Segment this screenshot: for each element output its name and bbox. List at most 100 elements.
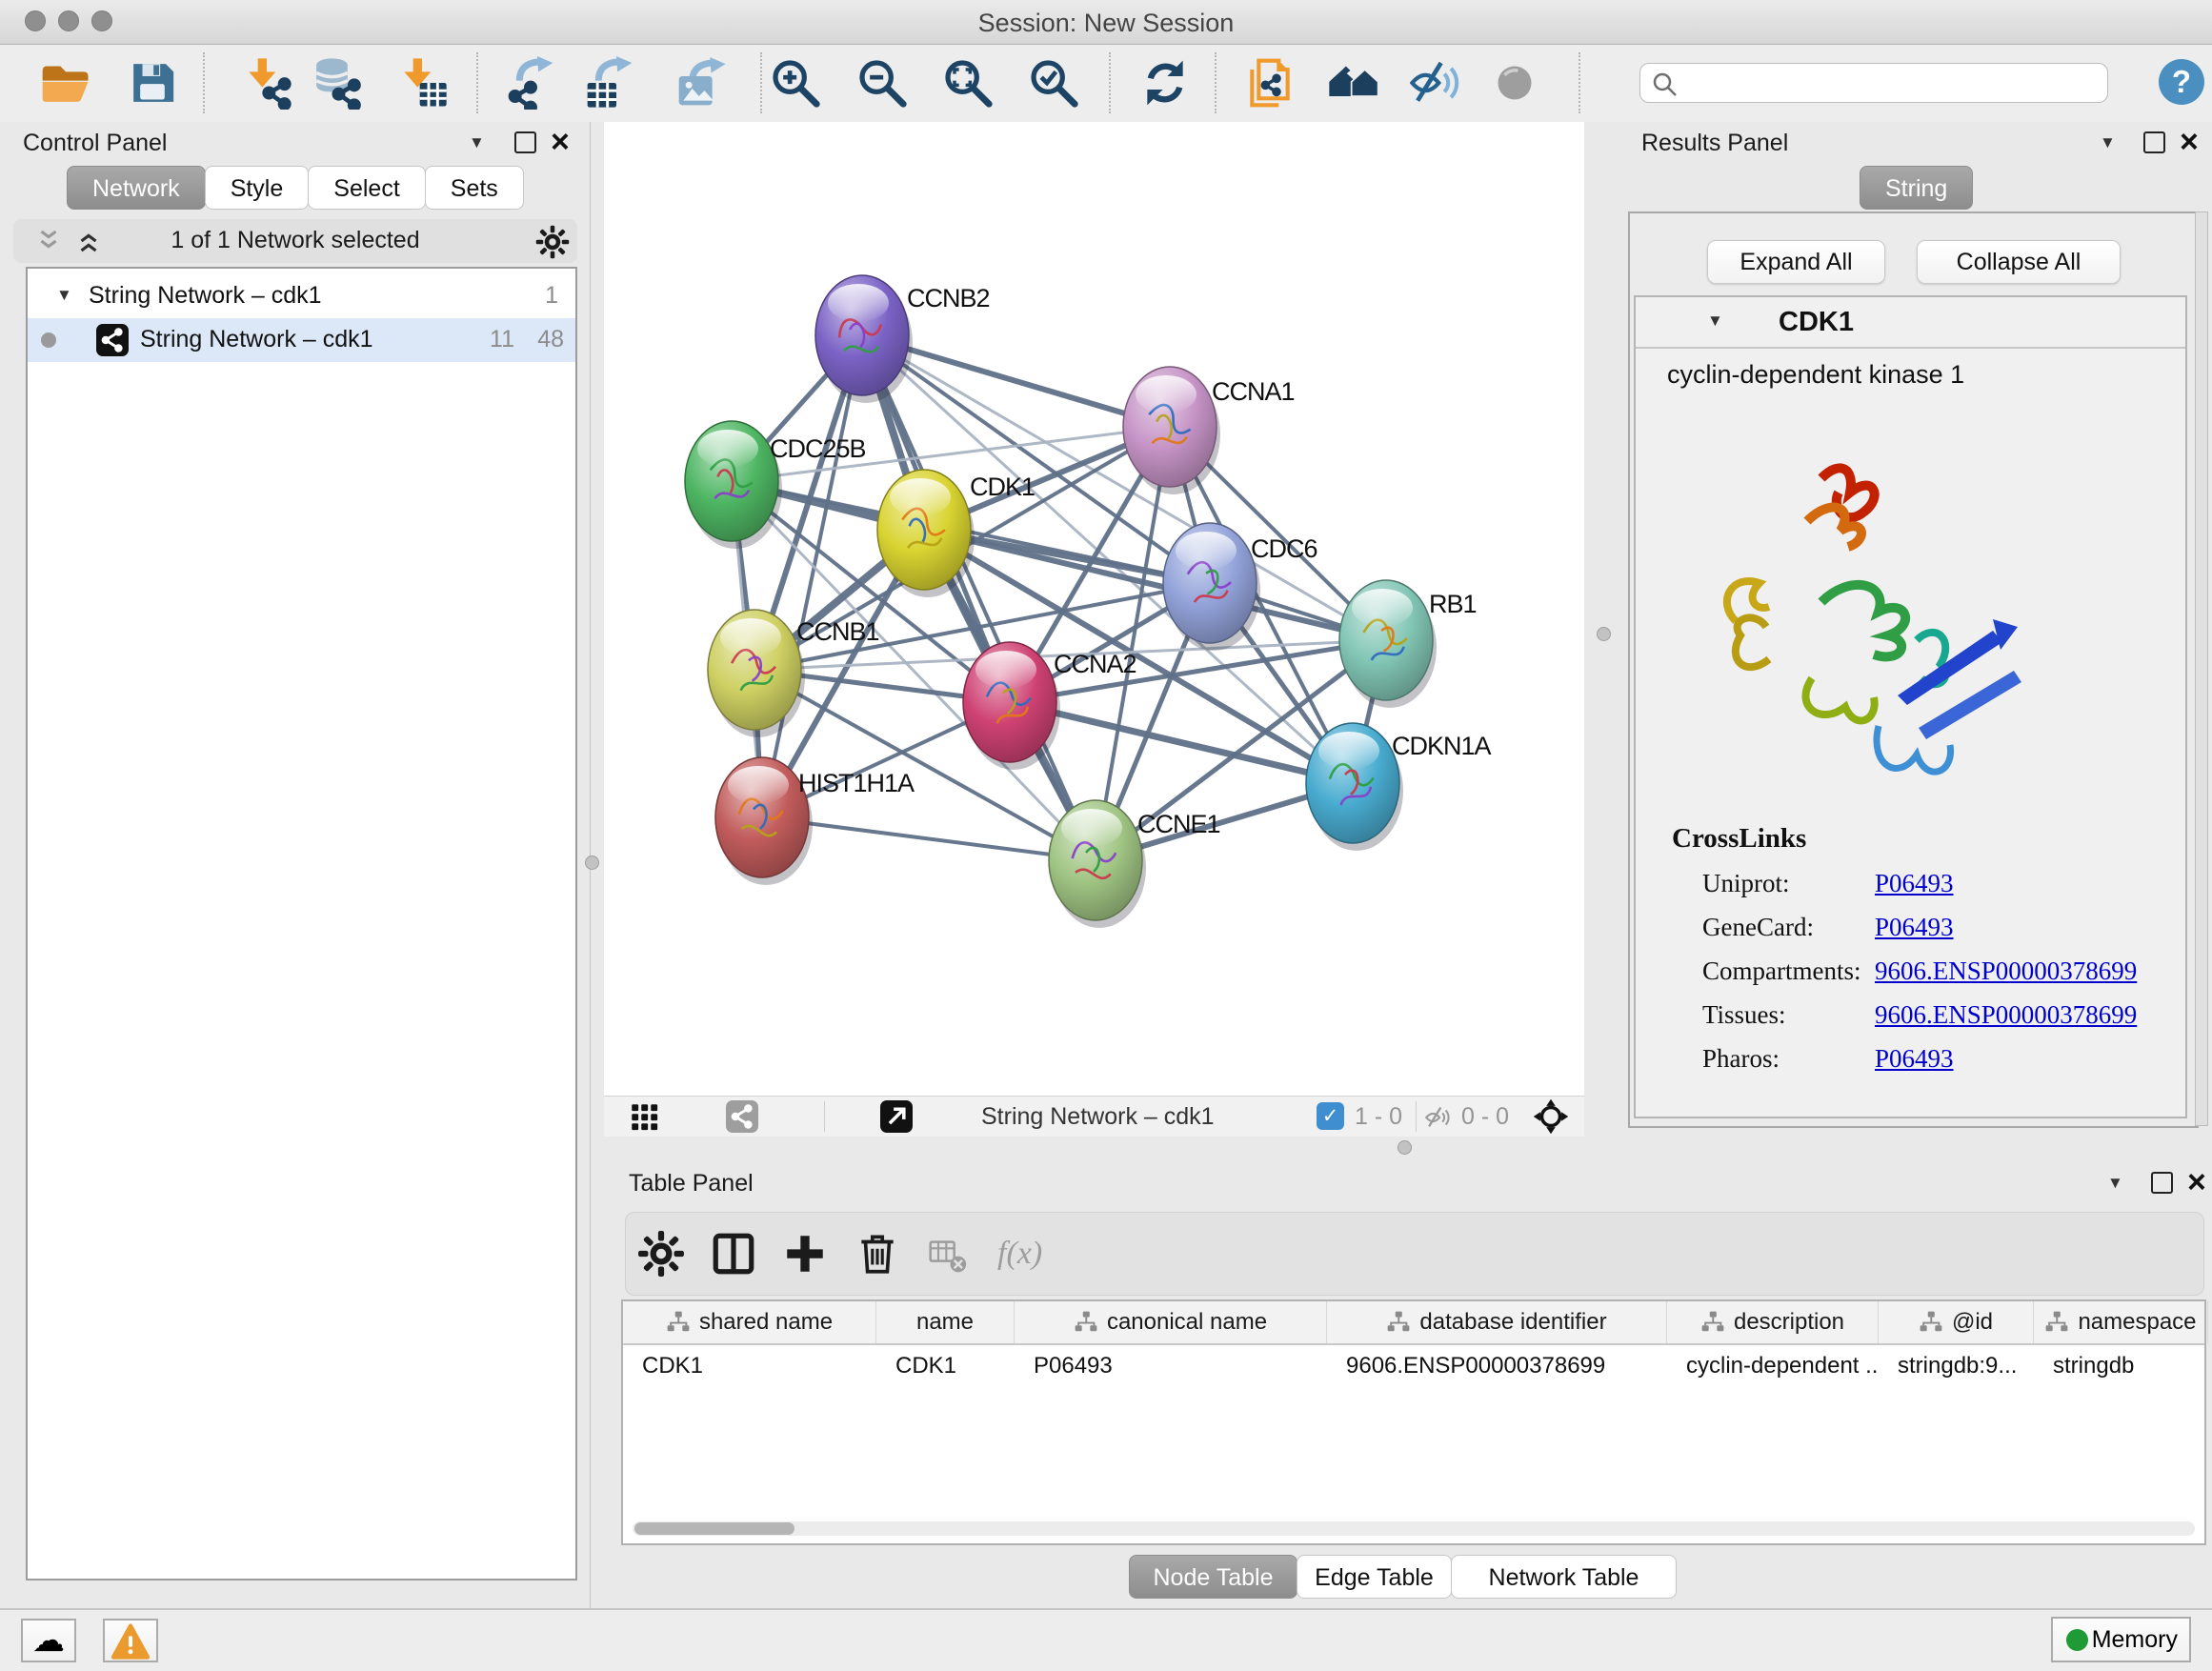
crosslink-link[interactable]: P06493 (1875, 869, 1954, 898)
scrollbar-thumb[interactable] (634, 1522, 794, 1535)
table-panel-menu-caret-icon[interactable]: ▼ (2107, 1174, 2123, 1193)
control-panel-close-icon[interactable]: × (551, 131, 570, 152)
crosslink-link[interactable]: 9606.ENSP00000378699 (1875, 1000, 2137, 1030)
selected-checkbox-icon[interactable]: ✓ (1317, 1102, 1344, 1130)
delete-column-icon[interactable] (854, 1230, 901, 1278)
copy-network-button[interactable] (1243, 56, 1297, 110)
graph-node-ccnb1[interactable]: CCNB1 (708, 610, 879, 737)
tab-network-table[interactable]: Network Table (1451, 1555, 1677, 1599)
crosslink-link[interactable]: P06493 (1875, 1044, 1954, 1074)
results-panel-float-icon[interactable] (2143, 131, 2165, 153)
graph-edge[interactable] (762, 335, 862, 817)
table-cell[interactable]: CDK1 (623, 1345, 876, 1387)
graph-node-rb1[interactable]: RB1 (1339, 580, 1477, 708)
splitter-handle[interactable] (1398, 1140, 1412, 1155)
results-panel-menu-caret-icon[interactable]: ▼ (2100, 133, 2116, 152)
protein-card-header[interactable]: ▼ CDK1 (1636, 297, 2185, 349)
table-cell[interactable]: P06493 (1015, 1345, 1327, 1387)
collapse-all-button[interactable]: Collapse All (1917, 240, 2121, 284)
column-label: shared name (699, 1309, 833, 1336)
control-panel-menu-caret-icon[interactable]: ▼ (469, 133, 485, 152)
column-header-shared-name[interactable]: shared name (623, 1301, 876, 1343)
network-collection-row[interactable]: ▼ String Network – cdk1 1 (28, 274, 575, 318)
tab-sets[interactable]: Sets (425, 166, 524, 210)
node-label: CDK1 (970, 473, 1035, 501)
control-panel-float-icon[interactable] (514, 131, 536, 153)
refresh-layout-button[interactable] (1138, 56, 1192, 110)
splitter-handle[interactable] (585, 856, 599, 870)
export-network-button[interactable] (504, 56, 557, 110)
vertical-splitter-left[interactable] (591, 122, 604, 1136)
hide-selected-button[interactable] (1410, 56, 1463, 110)
grid-view-icon[interactable] (631, 1103, 659, 1132)
open-in-browser-icon[interactable] (880, 1100, 913, 1133)
column-header--id[interactable]: @id (1879, 1301, 2034, 1343)
table-cell[interactable]: CDK1 (876, 1345, 1015, 1387)
collection-caret-icon[interactable]: ▼ (56, 286, 72, 305)
table-cell[interactable]: 9606.ENSP00000378699 (1327, 1345, 1667, 1387)
show-all-button[interactable] (1488, 56, 1541, 110)
gear-icon[interactable] (535, 225, 570, 259)
graph-node-ccna1[interactable]: CCNA1 (1123, 367, 1295, 494)
graph-node-ccne1[interactable]: CCNE1 (1049, 800, 1220, 928)
warnings-button[interactable] (103, 1619, 158, 1662)
tab-style[interactable]: Style (205, 166, 310, 210)
tab-edge-table[interactable]: Edge Table (1297, 1555, 1452, 1599)
collapse-caret-icon[interactable]: ▼ (1707, 312, 1723, 331)
results-panel-close-icon[interactable]: × (2180, 131, 2199, 152)
birds-eye-crosshair-icon[interactable] (1533, 1098, 1569, 1135)
search-input[interactable] (1686, 66, 2100, 102)
column-header-canonical-name[interactable]: canonical name (1015, 1301, 1327, 1343)
column-header-database-identifier[interactable]: database identifier (1327, 1301, 1667, 1343)
table-panel-close-icon[interactable]: × (2187, 1172, 2206, 1193)
network-row-selected[interactable]: String Network – cdk1 11 48 (28, 318, 575, 362)
column-header-name[interactable]: name (876, 1301, 1015, 1343)
help-button[interactable]: ? (2159, 59, 2204, 105)
table-horizontal-scrollbar[interactable] (633, 1521, 2195, 1536)
table-cell[interactable]: stringdb:9... (1879, 1345, 2034, 1387)
graph-node-hist1h1a[interactable]: HIST1H1A (715, 757, 915, 885)
zoom-out-button[interactable] (855, 56, 909, 110)
network-canvas[interactable]: CCNB2CCNA1CDC25BCDK1CDC6RB1CCNB1CCNA2CDK… (604, 122, 1584, 1096)
string-view-icon[interactable] (726, 1100, 758, 1133)
graph-node-ccnb2[interactable]: CCNB2 (815, 275, 990, 403)
import-network-file-button[interactable] (240, 56, 293, 110)
import-table-button[interactable] (395, 56, 449, 110)
zoom-fit-button[interactable] (941, 56, 995, 110)
column-header-description[interactable]: description (1667, 1301, 1879, 1343)
delete-table-icon (929, 1236, 967, 1274)
results-scrollbar[interactable] (2195, 211, 2208, 1126)
column-header-namespace[interactable]: namespace (2034, 1301, 2208, 1343)
table-gear-icon[interactable] (637, 1230, 685, 1278)
search-box[interactable] (1639, 63, 2108, 103)
zoom-in-button[interactable] (769, 56, 822, 110)
export-table-button[interactable] (583, 56, 636, 110)
memory-button[interactable]: Memory (2051, 1617, 2191, 1662)
crosslink-link[interactable]: P06493 (1875, 913, 1954, 942)
tab-select[interactable]: Select (308, 166, 425, 210)
graph-node-cdc25b[interactable]: CDC25B (685, 421, 866, 549)
cloud-status-button[interactable]: ☁ (21, 1619, 76, 1662)
crosslink-link[interactable]: 9606.ENSP00000378699 (1875, 956, 2137, 986)
table-cell[interactable]: stringdb (2034, 1345, 2208, 1387)
footer-separator (824, 1101, 825, 1132)
home-networks-button[interactable] (1327, 56, 1380, 110)
save-session-button[interactable] (126, 56, 179, 110)
table-cell[interactable]: cyclin-dependent ... (1667, 1345, 1879, 1387)
table-panel-float-icon[interactable] (2151, 1172, 2173, 1194)
tab-node-table[interactable]: Node Table (1129, 1555, 1297, 1599)
add-column-icon[interactable] (781, 1230, 829, 1278)
open-session-button[interactable] (38, 56, 91, 110)
show-columns-icon[interactable] (710, 1230, 757, 1278)
zoom-selected-button[interactable] (1027, 56, 1080, 110)
function-builder-icon: f(x) (997, 1230, 1083, 1278)
tab-string[interactable]: String (1860, 166, 1973, 210)
tab-network[interactable]: Network (67, 166, 206, 210)
graph-node-ccna2[interactable]: CCNA2 (963, 642, 1136, 770)
splitter-handle[interactable] (1597, 627, 1611, 641)
graph-node-cdkn1a[interactable]: CDKN1A (1306, 723, 1492, 851)
export-image-button[interactable] (674, 56, 728, 110)
main-toolbar: ? (0, 45, 2212, 123)
import-network-database-button[interactable] (309, 56, 362, 110)
expand-all-button[interactable]: Expand All (1707, 240, 1885, 284)
